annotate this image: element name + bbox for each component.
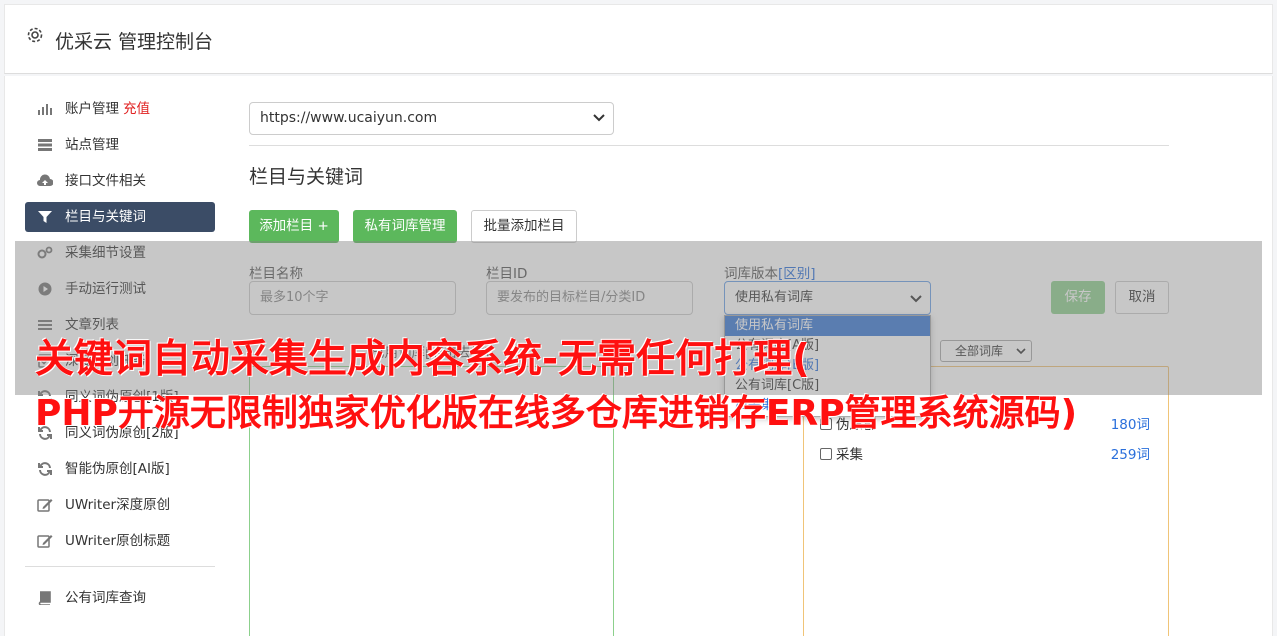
cloud-upload-icon	[37, 174, 53, 186]
lib-count: 180词	[1110, 417, 1150, 433]
sidebar-item-uwriter-title[interactable]: UWriter原创标题	[25, 526, 215, 556]
checkbox[interactable]	[820, 448, 832, 460]
refresh-icon	[38, 462, 52, 476]
section-divider	[249, 145, 1169, 146]
sidebar-item-ai-rewrite[interactable]: 智能伪原创[AI版]	[25, 454, 215, 484]
sidebar-item-uwriter-deep[interactable]: UWriter深度原创	[25, 490, 215, 520]
recharge-link[interactable]: 充值	[123, 101, 150, 117]
sidebar-item-columns-keywords[interactable]: 栏目与关键词	[25, 202, 215, 232]
edit-icon	[37, 535, 53, 548]
private-lib-button[interactable]: 私有词库管理	[353, 210, 457, 243]
sidebar-divider	[25, 566, 215, 567]
sidebar-item-label: 智能伪原创[AI版]	[65, 461, 170, 477]
sidebar-item-label: 公有词库查询	[65, 590, 146, 606]
site-select-value: https://www.ucaiyun.com	[260, 110, 438, 126]
gear-icon	[27, 27, 43, 43]
sidebar-item-label: UWriter深度原创	[65, 497, 171, 513]
chevron-down-icon	[593, 114, 605, 122]
page-title: 优采云 管理控制台	[55, 31, 214, 53]
site-select[interactable]: https://www.ucaiyun.com	[249, 102, 614, 135]
banner-line-1: 关键词自动采集生成内容系统-无需任何打理(	[35, 337, 811, 382]
sidebar-item-label: 接口文件相关	[65, 173, 146, 189]
app-header: 优采云 管理控制台	[4, 4, 1273, 74]
lib-name: 采集	[836, 447, 863, 463]
book-icon	[38, 591, 51, 605]
server-icon	[38, 139, 52, 151]
add-column-button[interactable]: 添加栏目 +	[249, 210, 339, 243]
lib-count: 259词	[1110, 447, 1150, 463]
bar-chart-icon	[38, 104, 52, 115]
sidebar-item-interface-files[interactable]: 接口文件相关	[25, 166, 215, 196]
sidebar-item-label: UWriter原创标题	[65, 533, 171, 549]
sidebar-item-label: 栏目与关键词	[65, 209, 146, 225]
banner-line-2: PHP开源无限制独家优化版在线多仓库进销存ERP管理系统源码)	[35, 393, 1078, 434]
sidebar-item-sites[interactable]: 站点管理	[25, 130, 215, 160]
section-title: 栏目与关键词	[249, 166, 364, 188]
sidebar-item-label: 账户管理	[65, 101, 119, 117]
sidebar-item-public-lib-query[interactable]: 公有词库查询	[25, 583, 215, 613]
filter-icon	[38, 211, 52, 223]
sidebar-item-label: 站点管理	[65, 137, 119, 153]
batch-add-button[interactable]: 批量添加栏目	[471, 210, 577, 243]
edit-icon	[37, 499, 53, 512]
lib-list-item[interactable]: 采集 259词	[820, 443, 1150, 463]
sidebar-item-account[interactable]: 账户管理 充值	[25, 94, 215, 124]
